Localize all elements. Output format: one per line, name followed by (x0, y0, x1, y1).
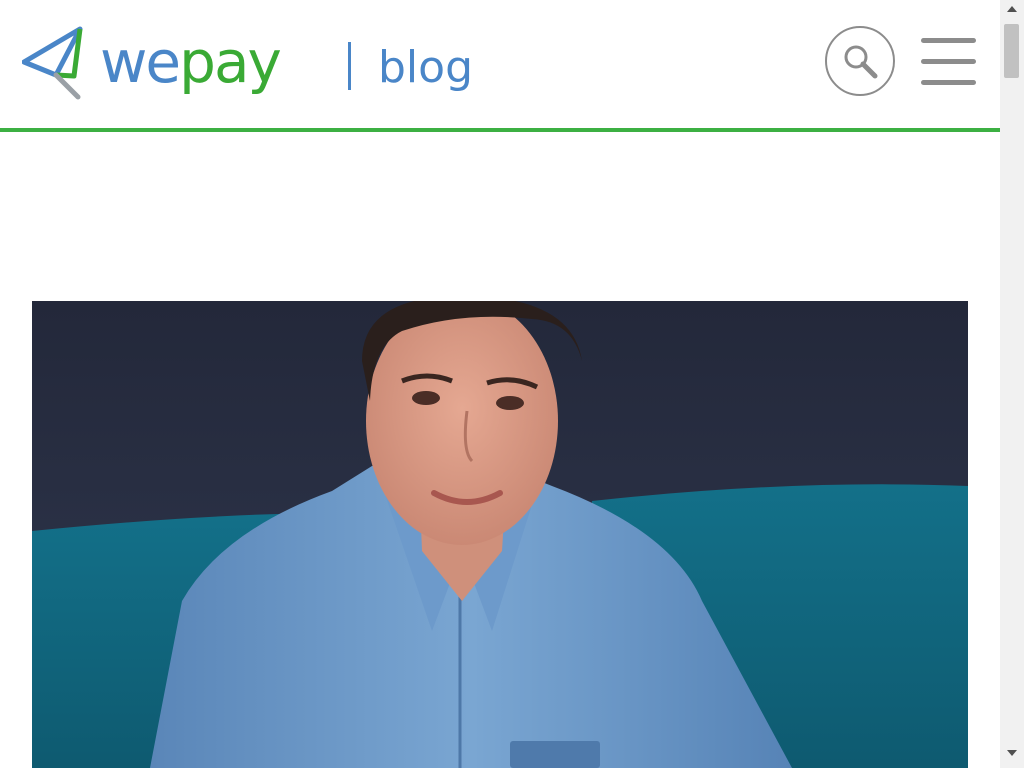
logo-word-pay: pay (179, 28, 282, 96)
site-header: wepay blog (0, 0, 1000, 132)
scrollbar-thumb[interactable] (1004, 24, 1019, 78)
menu-button[interactable] (921, 38, 977, 86)
portrait-photo (32, 301, 968, 768)
scroll-up-arrow-icon[interactable] (1007, 6, 1017, 12)
logo-divider (348, 42, 351, 90)
page-scrollbar[interactable] (1000, 0, 1024, 768)
hero-portrait-image (32, 301, 968, 768)
search-button[interactable] (825, 26, 895, 96)
scroll-down-arrow-icon[interactable] (1007, 750, 1017, 756)
blog-section-label: blog (378, 42, 474, 93)
paper-plane-logo-icon (22, 26, 83, 100)
logo-word-we: we (100, 28, 181, 96)
hamburger-menu-icon (921, 59, 976, 64)
hamburger-menu-icon (921, 80, 976, 85)
search-icon (844, 45, 878, 79)
logo-wordmark: wepay (100, 22, 282, 102)
hamburger-menu-icon (921, 38, 976, 43)
